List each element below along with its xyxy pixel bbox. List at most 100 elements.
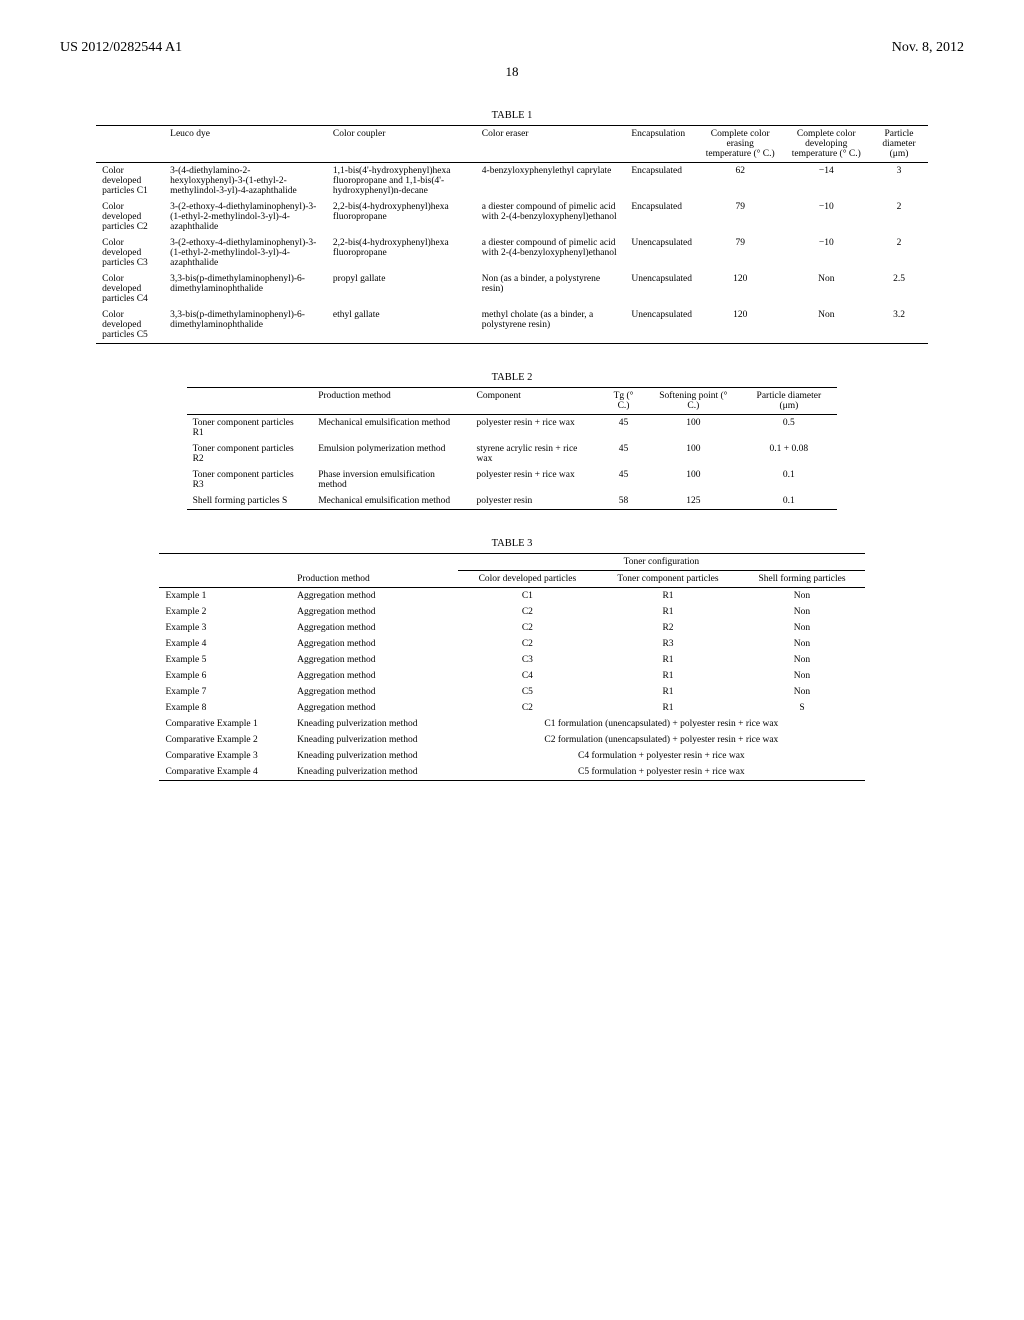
particle-diameter: 2.5 [870,271,928,307]
table-row: Color developed particles C13-(4-diethyl… [96,163,928,200]
component: polyester resin [471,493,601,510]
publication-date: Nov. 8, 2012 [892,40,964,56]
table3-caption: TABLE 3 [60,538,964,549]
t1-h3: Color eraser [476,126,626,163]
t3-h4: Shell forming particles [739,571,864,588]
toner-configuration: C4 formulation + polyester resin + rice … [458,748,864,764]
t2-h4: Softening point (° C.) [646,388,740,415]
table-row: Comparative Example 1Kneading pulverizat… [159,716,864,732]
tg: 45 [601,441,647,467]
color-coupler: 2,2-bis(4-hydroxyphenyl)hexa fluoropropa… [327,199,476,235]
encapsulation: Encapsulated [625,199,698,235]
t2-h0 [187,388,313,415]
encapsulation: Unencapsulated [625,307,698,344]
dev-temp: −10 [782,235,870,271]
table-row: Example 4Aggregation methodC2R3Non [159,636,864,652]
t3-h0 [159,571,291,588]
table-row: Example 2Aggregation methodC2R1Non [159,604,864,620]
shell-forming-particles: Non [739,668,864,684]
t1-h2: Color coupler [327,126,476,163]
toner-component-particles: R1 [597,668,740,684]
erase-temp: 62 [698,163,782,200]
production-method: Aggregation method [291,700,458,716]
shell-forming-particles: Non [739,604,864,620]
particle-diameter: 0.1 [740,467,837,493]
toner-component-particles: R3 [597,636,740,652]
t1-h1: Leuco dye [164,126,327,163]
color-coupler: ethyl gallate [327,307,476,344]
shell-forming-particles: Non [739,636,864,652]
color-developed-particles: C5 [458,684,596,700]
table-row: Toner component particles R2Emulsion pol… [187,441,838,467]
encapsulation: Unencapsulated [625,271,698,307]
row-name: Example 1 [159,588,291,605]
color-eraser: a diester compound of pimelic acid with … [476,199,626,235]
production-method: Aggregation method [291,636,458,652]
row-name: Example 2 [159,604,291,620]
encapsulation: Unencapsulated [625,235,698,271]
dev-temp: −14 [782,163,870,200]
erase-temp: 79 [698,199,782,235]
softening-point: 100 [646,441,740,467]
row-name: Example 4 [159,636,291,652]
production-method: Mechanical emulsification method [312,415,470,442]
table1-caption: TABLE 1 [60,110,964,121]
production-method: Kneading pulverization method [291,748,458,764]
row-name: Comparative Example 3 [159,748,291,764]
row-name: Toner component particles R2 [187,441,313,467]
leuco-dye: 3,3-bis(p-dimethylaminophenyl)-6-dimethy… [164,271,327,307]
table-row: Shell forming particles SMechanical emul… [187,493,838,510]
leuco-dye: 3,3-bis(p-dimethylaminophenyl)-6-dimethy… [164,307,327,344]
softening-point: 125 [646,493,740,510]
particle-diameter: 2 [870,199,928,235]
row-name: Example 3 [159,620,291,636]
table-row: Color developed particles C43,3-bis(p-di… [96,271,928,307]
erase-temp: 120 [698,271,782,307]
t2-h1: Production method [312,388,470,415]
page-header: US 2012/0282544 A1 Nov. 8, 2012 [60,40,964,56]
erase-temp: 79 [698,235,782,271]
toner-component-particles: R2 [597,620,740,636]
row-name: Toner component particles R3 [187,467,313,493]
patent-number: US 2012/0282544 A1 [60,40,182,56]
toner-configuration: C2 formulation (unencapsulated) + polyes… [458,732,864,748]
toner-component-particles: R1 [597,700,740,716]
production-method: Emulsion polymerization method [312,441,470,467]
production-method: Aggregation method [291,668,458,684]
color-developed-particles: C2 [458,700,596,716]
shell-forming-particles: Non [739,620,864,636]
toner-component-particles: R1 [597,604,740,620]
table-row: Example 8Aggregation methodC2R1S [159,700,864,716]
t2-h2: Component [471,388,601,415]
color-eraser: methyl cholate (as a binder, a polystyre… [476,307,626,344]
production-method: Aggregation method [291,620,458,636]
table-row: Toner component particles R1Mechanical e… [187,415,838,442]
table-row: Example 7Aggregation methodC5R1Non [159,684,864,700]
t3-h2: Color developed particles [458,571,596,588]
particle-diameter: 0.1 [740,493,837,510]
tg: 45 [601,415,647,442]
t1-h0 [96,126,164,163]
particle-diameter: 2 [870,235,928,271]
particle-diameter: 3.2 [870,307,928,344]
table2-caption: TABLE 2 [60,372,964,383]
row-name: Color developed particles C2 [96,199,164,235]
t1-h5: Complete color erasing temperature (° C.… [698,126,782,163]
color-developed-particles: C2 [458,604,596,620]
table1: Leuco dye Color coupler Color eraser Enc… [96,125,928,344]
row-name: Comparative Example 2 [159,732,291,748]
particle-diameter: 3 [870,163,928,200]
production-method: Mechanical emulsification method [312,493,470,510]
table3: Toner configuration Production method Co… [159,553,864,781]
t3-h1: Production method [291,571,458,588]
color-coupler: 1,1-bis(4'-hydroxyphenyl)hexa fluoroprop… [327,163,476,200]
leuco-dye: 3-(2-ethoxy-4-diethylaminophenyl)-3-(1-e… [164,235,327,271]
toner-component-particles: R1 [597,652,740,668]
production-method: Aggregation method [291,652,458,668]
tg: 58 [601,493,647,510]
t1-h7: Particle diameter (μm) [870,126,928,163]
tg: 45 [601,467,647,493]
color-eraser: 4-benzyloxyphenylethyl caprylate [476,163,626,200]
row-name: Color developed particles C1 [96,163,164,200]
row-name: Color developed particles C5 [96,307,164,344]
